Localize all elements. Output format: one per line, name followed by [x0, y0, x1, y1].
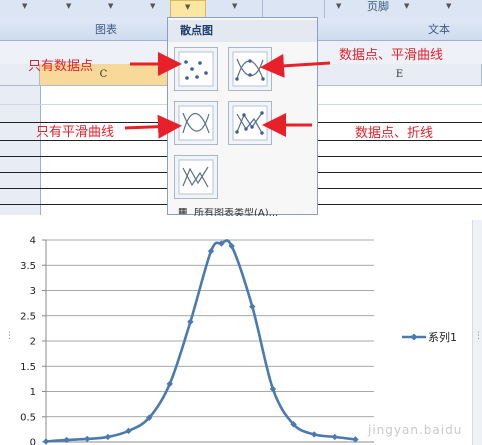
- data-point: [104, 433, 112, 441]
- legend-series-label: 系列1: [428, 331, 457, 344]
- y-tick-label: 4: [30, 236, 36, 247]
- legend-marker: [410, 333, 418, 341]
- chart-area[interactable]: ⋮ ⋮ 4 3.5 3 2.5 2 1.5 1 0.5 0: [0, 220, 482, 445]
- y-tick-label: 2: [30, 337, 36, 348]
- data-point: [42, 438, 50, 445]
- y-tick-label: 1: [30, 387, 36, 398]
- y-tick-label: 3: [30, 286, 36, 297]
- scatter-plot[interactable]: 4 3.5 3 2.5 2 1.5 1 0.5 0: [0, 220, 482, 445]
- data-point: [187, 318, 194, 326]
- annotation-arrows: [124, 52, 331, 139]
- data-point: [249, 303, 256, 310]
- arrow-icon: [124, 114, 182, 139]
- y-tick-label: 1.5: [20, 362, 36, 373]
- data-point: [84, 435, 91, 443]
- arrow-icon: [260, 53, 331, 78]
- y-tick-label: 3.5: [20, 261, 36, 272]
- y-tick-label: 2.5: [20, 311, 36, 322]
- watermark: jingyan.baidu: [368, 423, 463, 437]
- y-tick-label: 0.5: [20, 412, 36, 423]
- data-point: [310, 431, 318, 438]
- data-point: [331, 433, 339, 441]
- y-tick-label: 0: [30, 438, 36, 445]
